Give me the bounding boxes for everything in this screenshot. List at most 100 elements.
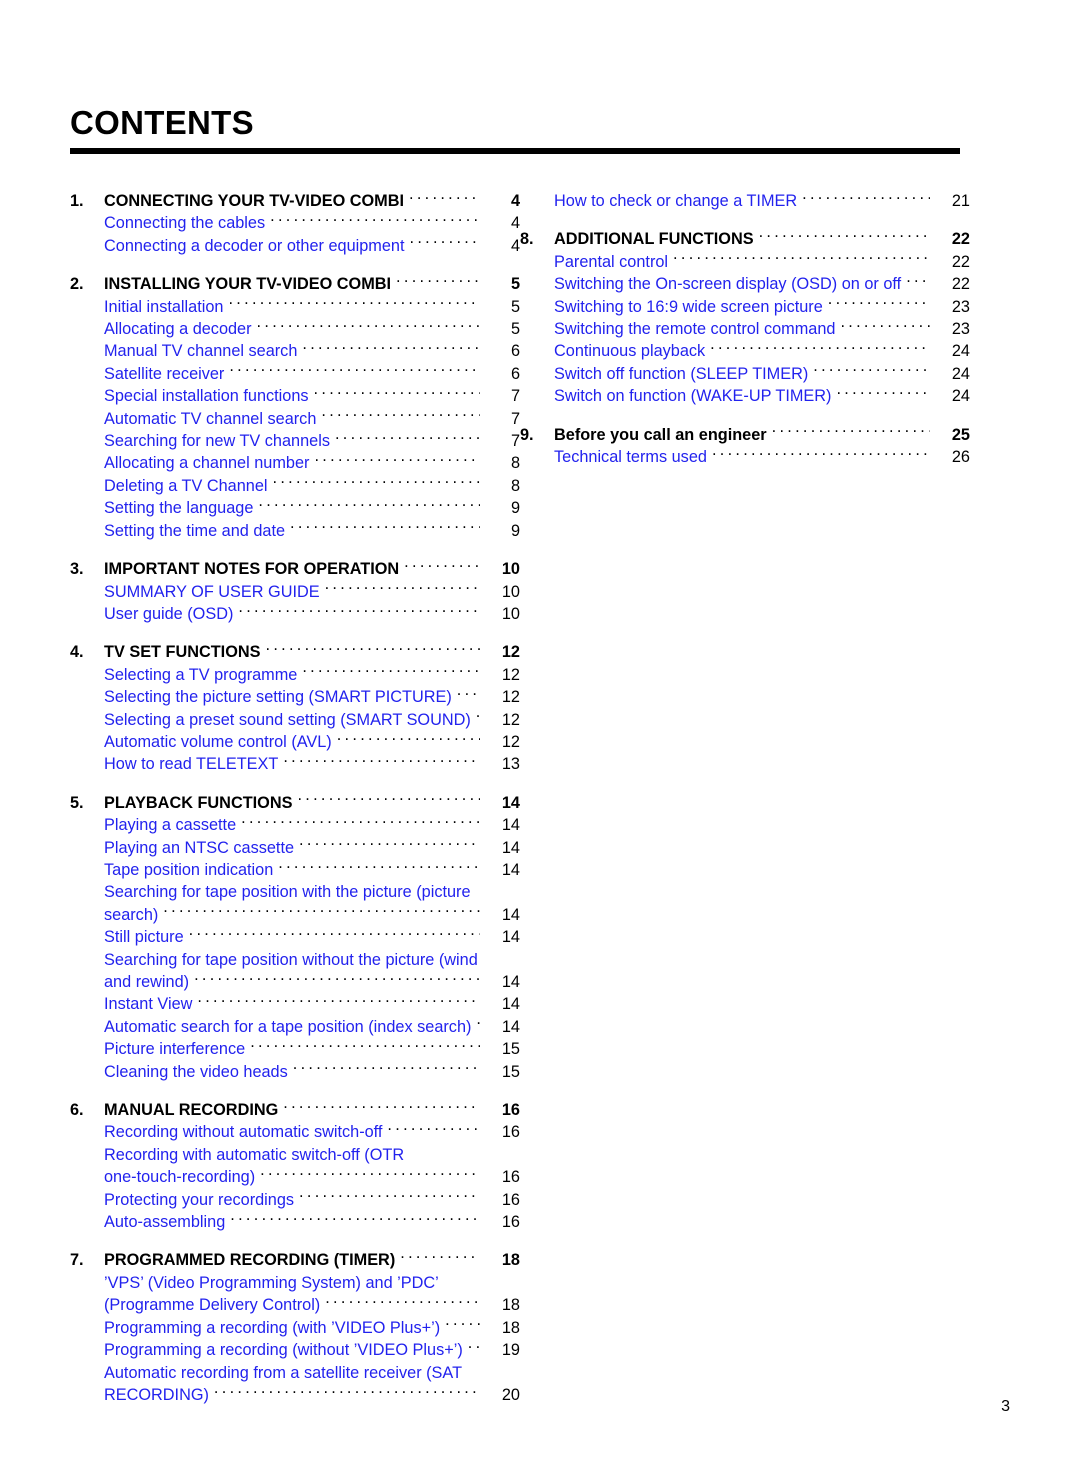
- toc-entry-row[interactable]: 0.(Programme Delivery Control)18: [70, 1294, 520, 1316]
- toc-entry-row[interactable]: 0.RECORDING)20: [70, 1384, 520, 1406]
- toc-section-row[interactable]: 1. CONNECTING YOUR TV-VIDEO COMBI 4: [70, 190, 520, 212]
- toc-entry-row[interactable]: 0.Switch off function (SLEEP TIMER)24: [520, 363, 970, 385]
- toc-page-number: 8: [510, 454, 520, 473]
- toc-page-number: 19: [501, 1341, 520, 1360]
- toc-entry-row[interactable]: 0.Automatic TV channel search7: [70, 408, 520, 430]
- toc-entry-label: Switching to 16:9 wide screen picture: [554, 297, 823, 316]
- toc-dot-leader: [321, 408, 480, 424]
- toc-entry: Instant View 14: [104, 993, 520, 1015]
- toc-page-number: 14: [501, 928, 520, 947]
- toc-entry: one-touch-recording) 16: [104, 1166, 520, 1188]
- toc-entry-row[interactable]: 0.How to check or change a TIMER21: [520, 190, 970, 212]
- toc-entry-row[interactable]: 0.Auto-assembling16: [70, 1211, 520, 1233]
- toc-page-number: 16: [501, 1101, 520, 1120]
- toc-entry-row[interactable]: 0.Tape position indication14: [70, 859, 520, 881]
- toc-entry-row[interactable]: 0.Programming a recording (with ’VIDEO P…: [70, 1317, 520, 1339]
- toc-page-number: 7: [510, 387, 520, 406]
- toc-section-row[interactable]: 4. TV SET FUNCTIONS 12: [70, 641, 520, 663]
- toc-entry-row[interactable]: 0.Deleting a TV Channel8: [70, 475, 520, 497]
- toc-entry-row[interactable]: 0.Protecting your recordings16: [70, 1189, 520, 1211]
- toc-entry-row[interactable]: 0.Searching for tape position without th…: [70, 949, 520, 971]
- toc-entry-label: and rewind): [104, 973, 190, 991]
- toc-entry-row[interactable]: 0.and rewind)14: [70, 971, 520, 993]
- toc-entry-row[interactable]: 0.Instant View14: [70, 993, 520, 1015]
- toc-entry-row[interactable]: 0.Programming a recording (without ’VIDE…: [70, 1339, 520, 1361]
- toc-entry-row[interactable]: 0.Setting the time and date9: [70, 520, 520, 542]
- toc-entry-row[interactable]: 0.Technical terms used26: [520, 446, 970, 468]
- toc-entry-row[interactable]: 0.Searching for new TV channels7: [70, 430, 520, 452]
- toc-page-number: 24: [951, 387, 970, 406]
- toc-entry-row[interactable]: 0.one-touch-recording)16: [70, 1166, 520, 1188]
- page-number: 3: [1001, 1398, 1010, 1415]
- toc-section-row[interactable]: 7. PROGRAMMED RECORDING (TIMER) 18: [70, 1249, 520, 1271]
- toc-entry-row[interactable]: 0.Manual TV channel search6: [70, 340, 520, 362]
- toc-entry-row[interactable]: 0.search)14: [70, 904, 520, 926]
- toc-entry-row[interactable]: 0.Switching to 16:9 wide screen picture2…: [520, 296, 970, 318]
- toc-page-number: 14: [501, 860, 520, 879]
- toc-entry-label: (Programme Delivery Control): [104, 1296, 321, 1315]
- toc-entry-row[interactable]: 0.’VPS’ (Video Programming System) and ’…: [70, 1272, 520, 1294]
- toc-page-number: 9: [510, 521, 520, 540]
- toc-entry-row[interactable]: 0.Continuous playback24: [520, 340, 970, 362]
- toc-entry-row[interactable]: 0.Selecting the picture setting (SMART P…: [70, 686, 520, 708]
- toc-entry-row[interactable]: 0.Initial installation5: [70, 296, 520, 318]
- toc-section-row[interactable]: 3. IMPORTANT NOTES FOR OPERATION 10: [70, 558, 520, 580]
- toc-entry-row[interactable]: 0.Special installation functions7: [70, 385, 520, 407]
- toc-entry-row[interactable]: 0.Playing an NTSC cassette14: [70, 837, 520, 859]
- toc-dot-leader: [444, 1272, 480, 1288]
- toc-entry-row[interactable]: 0.Automatic recording from a satellite r…: [70, 1362, 520, 1384]
- toc-group-gap: [70, 257, 520, 273]
- toc-entry-row[interactable]: 0.Switching the remote control command23: [520, 318, 970, 340]
- toc-dot-leader: [283, 753, 480, 769]
- toc-entry-label: one-touch-recording): [104, 1168, 256, 1187]
- toc-entry-row[interactable]: 0.Connecting a decoder or other equipmen…: [70, 235, 520, 257]
- toc-entry-row[interactable]: 0.Recording with automatic switch-off (O…: [70, 1144, 520, 1166]
- toc-entry-label: Setting the language: [104, 499, 254, 518]
- toc-entry-row[interactable]: 0.Searching for tape position with the p…: [70, 881, 520, 903]
- toc-entry-row[interactable]: 0.Switch on function (WAKE-UP TIMER)24: [520, 385, 970, 407]
- toc-page-number: 12: [501, 732, 520, 751]
- toc-page-number: 12: [501, 643, 520, 662]
- toc-entry: Selecting the picture setting (SMART PIC…: [104, 686, 520, 708]
- toc-section-row[interactable]: 2. INSTALLING YOUR TV-VIDEO COMBI 5: [70, 273, 520, 295]
- toc-entry-row[interactable]: 0.Playing a cassette14: [70, 814, 520, 836]
- toc-entry-row[interactable]: 0.Switching the On-screen display (OSD) …: [520, 273, 970, 295]
- toc-section-row[interactable]: 8. ADDITIONAL FUNCTIONS 22: [520, 228, 970, 250]
- toc-entry-row[interactable]: 0.Parental control22: [520, 251, 970, 273]
- toc-entry: Selecting a preset sound setting (SMART …: [104, 709, 520, 731]
- toc-dot-leader: [314, 385, 480, 401]
- toc-entry: RECORDING) 20: [104, 1384, 520, 1406]
- toc-entry-row[interactable]: 0.Setting the language9: [70, 497, 520, 519]
- toc-entry-row[interactable]: 0.User guide (OSD)10: [70, 603, 520, 625]
- toc-entry-row[interactable]: 0.Still picture14: [70, 926, 520, 948]
- toc-entry-row[interactable]: 0.Automatic volume control (AVL)12: [70, 731, 520, 753]
- toc-entry-row[interactable]: 0.Allocating a channel number8: [70, 452, 520, 474]
- toc-page-number: 18: [501, 1318, 520, 1337]
- toc-page-number: 10: [501, 560, 520, 579]
- toc-entry: Switching to 16:9 wide screen picture 23: [554, 296, 970, 318]
- toc-dot-leader: [297, 792, 480, 808]
- toc-page-number: 14: [501, 995, 520, 1014]
- toc-entry-row[interactable]: 0.Cleaning the video heads15: [70, 1061, 520, 1083]
- toc-entry: Recording with automatic switch-off (OTR…: [104, 1144, 520, 1166]
- toc-section-row[interactable]: 5. PLAYBACK FUNCTIONS 14: [70, 792, 520, 814]
- toc-entry-row[interactable]: 0.SUMMARY OF USER GUIDE10: [70, 581, 520, 603]
- toc-entry-row[interactable]: 0.Satellite receiver6: [70, 363, 520, 385]
- toc-section-row[interactable]: 6. MANUAL RECORDING 16: [70, 1099, 520, 1121]
- toc-entry-row[interactable]: 0.Connecting the cables4: [70, 212, 520, 234]
- toc-entry-row[interactable]: 0.Selecting a TV programme12: [70, 664, 520, 686]
- toc-dot-leader: [759, 228, 930, 244]
- toc-entry-label: Searching for tape position without the …: [104, 950, 478, 969]
- toc-section-row[interactable]: 9. Before you call an engineer 25: [520, 424, 970, 446]
- toc-entry-row[interactable]: 0.Allocating a decoder5: [70, 318, 520, 340]
- toc-entry-row[interactable]: 0.Recording without automatic switch-off…: [70, 1121, 520, 1143]
- toc-dot-leader: [230, 1211, 480, 1227]
- toc-entry-row[interactable]: 0.Automatic search for a tape position (…: [70, 1016, 520, 1038]
- toc-dot-leader: [163, 904, 480, 920]
- toc-entry-row[interactable]: 0.Selecting a preset sound setting (SMAR…: [70, 709, 520, 731]
- toc-entry-label: Automatic search for a tape position (in…: [104, 1017, 472, 1036]
- toc-entry-row[interactable]: 0.Picture interference15: [70, 1038, 520, 1060]
- title-rule: [70, 148, 960, 154]
- toc-dot-leader: [260, 1166, 480, 1182]
- toc-entry-row[interactable]: 0.How to read TELETEXT13: [70, 753, 520, 775]
